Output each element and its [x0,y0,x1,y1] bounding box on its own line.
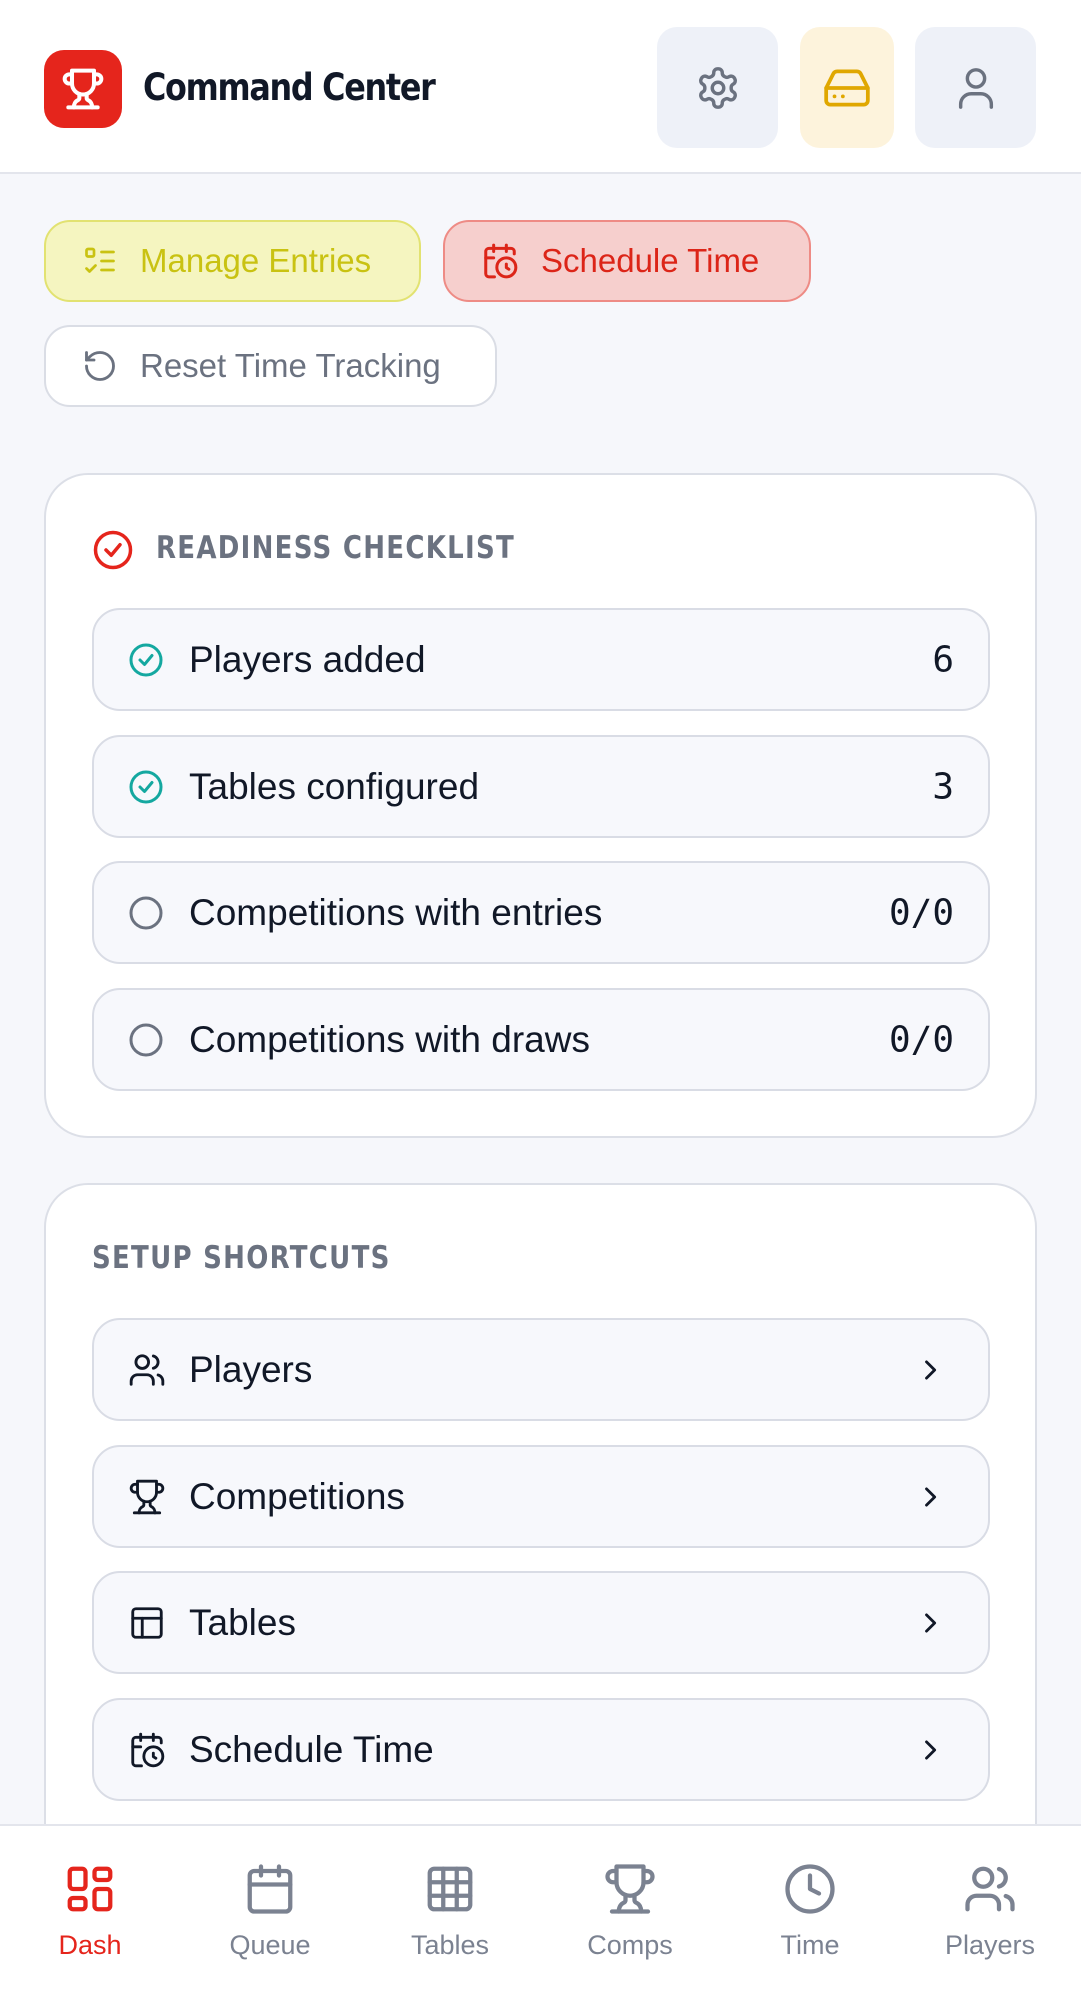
nav-dash[interactable]: Dash [10,1862,170,1961]
checklist-item-competitions-draws: Competitions with draws 0/0 [92,988,990,1091]
shortcut-label: Tables [189,1601,296,1643]
checklist-item-value: 0/0 [888,1019,954,1060]
checklist-item-label: Tables configured [189,765,480,807]
checklist-item-players-added: Players added 6 [92,608,990,711]
checklist-item-competitions-entries: Competitions with entries 0/0 [92,861,990,964]
checklist-item-value: 3 [932,766,954,807]
grid-icon [427,1866,473,1912]
settings-button[interactable] [657,27,778,148]
schedule-time-label: Schedule Time [541,242,760,279]
shortcut-tables[interactable]: Tables [92,1571,990,1674]
users-icon [129,1353,165,1386]
checklist-item-tables-configured: Tables configured 3 [92,735,990,838]
list-checks-icon [85,247,115,273]
nav-label: Players [944,1930,1036,1960]
app-header: Command Center [0,0,1081,174]
shortcut-label: Competitions [189,1475,405,1517]
nav-players[interactable]: Players [910,1862,1070,1961]
chevron-right-icon [925,1612,937,1633]
shortcut-label: Players [189,1348,313,1390]
nav-label: Tables [410,1930,490,1960]
check-circle-icon [93,530,133,570]
rotate-ccw-icon [85,351,115,381]
reset-time-tracking-button[interactable]: Reset Time Tracking [44,325,497,407]
empty-circle-icon [129,1023,163,1056]
checklist-item-value: 0/0 [888,892,954,933]
trophy-icon [605,1864,655,1914]
user-icon [958,67,993,109]
checklist-item-label: Players added [189,638,426,680]
reset-time-tracking-label: Reset Time Tracking [140,347,441,384]
users-icon [965,1866,1015,1912]
bottom-nav: Dash Queue Tables Comps Time Players [0,1824,1081,1999]
calendar-clock-icon [484,243,518,279]
nav-label: Dash [58,1930,122,1960]
nav-label: Comps [587,1930,673,1960]
nav-tables[interactable]: Tables [370,1862,530,1961]
dashboard-icon [67,1866,113,1912]
chevron-right-icon [925,1359,937,1380]
nav-queue[interactable]: Queue [190,1862,350,1961]
clock-icon [785,1864,835,1914]
nav-time[interactable]: Time [730,1862,890,1961]
manage-entries-button[interactable]: Manage Entries [44,220,421,302]
shortcut-players[interactable]: Players [92,1318,990,1421]
chevron-right-icon [925,1739,937,1760]
calendar-clock-icon [131,1732,165,1767]
checklist-item-value: 6 [932,639,954,680]
checklist-title: READINESS CHECKLIST [156,530,516,566]
shortcut-schedule-time[interactable]: Schedule Time [92,1698,990,1801]
nav-label: Queue [229,1930,311,1960]
calendar-icon [247,1864,293,1914]
gear-icon [698,66,737,109]
checklist-item-label: Competitions with entries [189,891,603,933]
check-circle-icon [129,770,163,803]
trophy-icon [129,1479,165,1514]
trophy-icon [62,68,104,110]
shortcut-label: Schedule Time [189,1728,434,1770]
app-title: Command Center [143,66,436,109]
nav-comps[interactable]: Comps [550,1862,710,1961]
profile-button[interactable] [915,27,1036,148]
shortcuts-title: SETUP SHORTCUTS [92,1240,391,1276]
schedule-time-button[interactable]: Schedule Time [443,220,811,302]
empty-circle-icon [129,896,163,929]
storage-button[interactable] [800,27,894,148]
chevron-right-icon [925,1486,937,1507]
hard-drive-icon [824,68,870,107]
nav-label: Time [780,1930,840,1960]
app-logo [44,50,122,128]
readiness-checklist-card: READINESS CHECKLIST Players added 6 Tabl… [44,473,1037,1138]
manage-entries-label: Manage Entries [140,242,372,279]
shortcut-competitions[interactable]: Competitions [92,1445,990,1548]
checklist-item-label: Competitions with draws [189,1018,590,1060]
check-circle-icon [129,643,163,676]
table-layout-icon [131,1606,163,1639]
